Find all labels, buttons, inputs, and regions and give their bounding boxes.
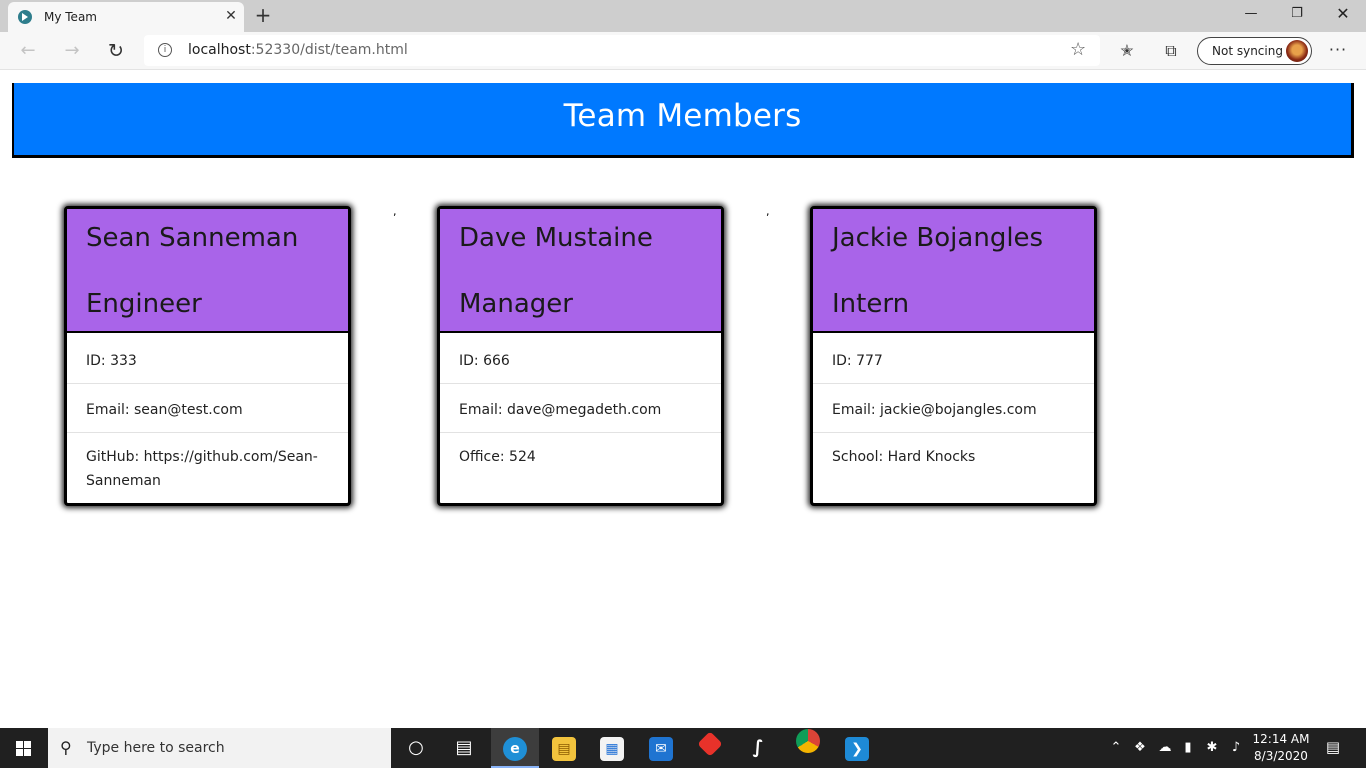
minimize-button[interactable]: — — [1228, 0, 1274, 30]
browser-titlebar: My Team ✕ + — ❐ ✕ — [0, 0, 1366, 32]
forward-button[interactable]: → — [60, 39, 84, 63]
tab-title: My Team — [44, 10, 97, 24]
card-header: Sean Sanneman Engineer — [67, 209, 348, 333]
member-name: Jackie Bojangles — [832, 223, 1044, 253]
member-name: Dave Mustaine — [459, 223, 653, 253]
url-host: localhost — [188, 42, 251, 58]
page-content: Team Members , , Sean Sanneman Engineer … — [0, 71, 1366, 728]
chrome-icon[interactable] — [784, 728, 832, 768]
sublime-app-icon[interactable]: ∫ — [734, 728, 782, 768]
system-clock[interactable]: 12:14 AM 8/3/2020 — [1252, 731, 1310, 765]
search-placeholder: Type here to search — [87, 740, 225, 756]
collections-icon[interactable]: ⧉ — [1160, 40, 1182, 62]
windows-taskbar: ⚲ Type here to search ○ ▤ e ▤ ▦ ✉ ∫ ❯ ⌃ … — [0, 728, 1366, 768]
member-details: ID: 333 Email: sean@test.com GitHub: htt… — [67, 335, 348, 503]
mail-icon[interactable]: ✉ — [637, 728, 685, 768]
favorite-star-icon[interactable]: ☆ — [1070, 39, 1086, 60]
close-tab-icon[interactable]: ✕ — [222, 7, 240, 25]
start-button[interactable] — [0, 728, 48, 768]
windows-logo-icon — [16, 741, 32, 756]
file-explorer-icon[interactable]: ▤ — [540, 728, 588, 768]
close-window-button[interactable]: ✕ — [1320, 0, 1366, 30]
member-role: Engineer — [86, 289, 202, 319]
avatar — [1286, 40, 1308, 62]
browser-tab[interactable]: My Team ✕ — [8, 2, 244, 32]
member-email: Email: dave@megadeth.com — [440, 384, 721, 433]
card-header: Dave Mustaine Manager — [440, 209, 721, 333]
notifications-icon[interactable]: ▤ — [1322, 738, 1344, 758]
browser-toolbar: ← → ↻ i localhost:52330/dist/team.html ☆… — [0, 32, 1366, 70]
refresh-button[interactable]: ↻ — [104, 39, 128, 63]
clock-date: 8/3/2020 — [1254, 749, 1308, 763]
wifi-icon[interactable]: ✱ — [1202, 728, 1222, 768]
onedrive-cloud-icon[interactable]: ☁ — [1154, 728, 1176, 768]
stray-comma: , — [766, 205, 770, 218]
stray-comma: , — [393, 205, 397, 218]
member-details: ID: 666 Email: dave@megadeth.com Office:… — [440, 335, 721, 503]
clock-time: 12:14 AM — [1252, 732, 1310, 746]
team-member-card: Dave Mustaine Manager ID: 666 Email: dav… — [437, 206, 724, 506]
member-role: Intern — [832, 289, 910, 319]
volume-icon[interactable]: ♪ — [1226, 728, 1246, 768]
task-view-icon[interactable]: ▤ — [440, 728, 488, 768]
member-id: ID: 666 — [440, 335, 721, 384]
page-title: Team Members — [563, 98, 802, 134]
back-button[interactable]: ← — [16, 39, 40, 63]
cortana-icon[interactable]: ○ — [392, 728, 440, 768]
member-id: ID: 777 — [813, 335, 1094, 384]
team-member-card: Jackie Bojangles Intern ID: 777 Email: j… — [810, 206, 1097, 506]
sync-label: Not syncing — [1212, 44, 1283, 58]
restore-button[interactable]: ❐ — [1274, 0, 1320, 30]
member-details: ID: 777 Email: jackie@bojangles.com Scho… — [813, 335, 1094, 503]
new-tab-button[interactable]: + — [252, 4, 274, 26]
member-github: GitHub: https://github.com/Sean-Sanneman — [86, 449, 318, 489]
member-role: Manager — [459, 289, 573, 319]
address-bar[interactable]: i localhost:52330/dist/team.html ☆ — [144, 35, 1100, 66]
card-header: Jackie Bojangles Intern — [813, 209, 1094, 333]
vscode-icon[interactable]: ❯ — [833, 728, 881, 768]
member-id: ID: 333 — [67, 335, 348, 384]
taskbar-search-input[interactable]: ⚲ Type here to search — [48, 728, 391, 768]
url-path: :52330/dist/team.html — [250, 42, 408, 58]
git-app-icon[interactable] — [686, 728, 734, 768]
url-text[interactable]: localhost:52330/dist/team.html — [188, 42, 408, 58]
store-icon[interactable]: ▦ — [588, 728, 636, 768]
search-icon: ⚲ — [60, 738, 72, 757]
team-member-card: Sean Sanneman Engineer ID: 333 Email: se… — [64, 206, 351, 506]
favorites-icon[interactable]: ✭ — [1116, 40, 1138, 62]
more-options-icon[interactable]: ··· — [1326, 40, 1350, 62]
member-email: Email: sean@test.com — [67, 384, 348, 433]
member-school: School: Hard Knocks — [832, 449, 976, 465]
battery-icon[interactable]: ▮ — [1178, 728, 1198, 768]
site-info-icon[interactable]: i — [158, 43, 172, 57]
member-name: Sean Sanneman — [86, 223, 299, 253]
member-office: Office: 524 — [459, 449, 536, 465]
page-header: Team Members — [12, 83, 1354, 158]
member-email: Email: jackie@bojangles.com — [813, 384, 1094, 433]
show-hidden-icons-chevron-icon[interactable]: ⌃ — [1106, 728, 1126, 768]
profile-sync-button[interactable]: Not syncing — [1197, 37, 1312, 65]
edge-favicon-icon — [18, 10, 32, 24]
edge-app-icon[interactable]: e — [491, 728, 539, 768]
dropbox-icon[interactable]: ❖ — [1130, 728, 1150, 768]
